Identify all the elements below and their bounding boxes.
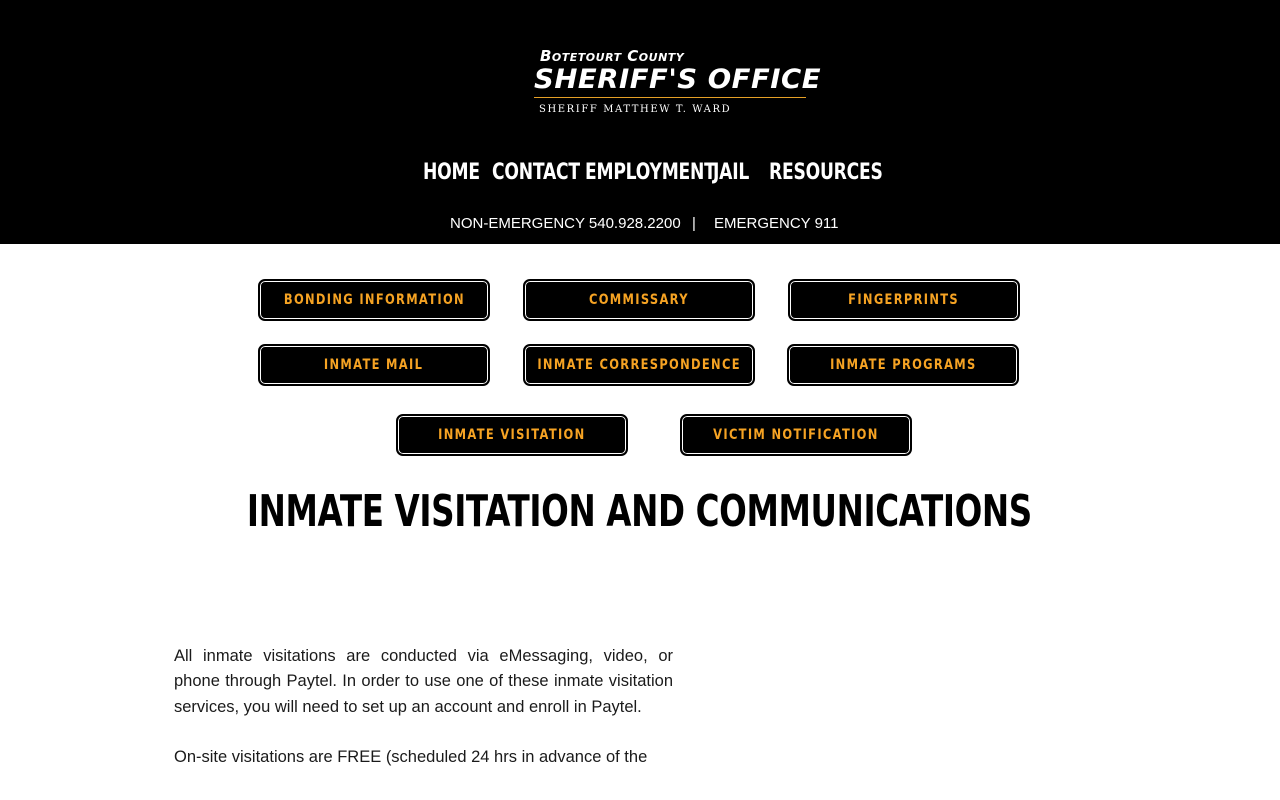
content-paragraph: All inmate visitations are conducted via… — [174, 647, 673, 716]
phone-separator: | — [692, 215, 696, 232]
logo-county-text: Botetourt County — [540, 47, 685, 65]
inmate-visitation-button[interactable]: INMATE VISITATION — [396, 414, 628, 456]
button-label: INMATE VISITATION — [438, 427, 586, 443]
content-paragraph: On-site visitations are FREE (scheduled … — [174, 747, 648, 766]
emergency-phone[interactable]: EMERGENCY 911 — [714, 213, 839, 235]
inmate-mail-button[interactable]: INMATE MAIL — [258, 344, 490, 386]
nav-resources[interactable]: RESOURCES — [769, 156, 883, 190]
phone-bar: NON-EMERGENCY 540.928.2200 | EMERGENCY 9… — [0, 213, 1280, 235]
site-logo[interactable]: Botetourt County SHERIFF'S OFFICE SHERIF… — [530, 44, 821, 120]
commissary-button[interactable]: COMMISSARY — [523, 279, 755, 321]
button-label: INMATE CORRESPONDENCE — [537, 357, 741, 373]
inmate-programs-button[interactable]: INMATE PROGRAMS — [787, 344, 1019, 386]
main-content: All inmate visitations are conducted via… — [174, 644, 673, 795]
non-emergency-phone[interactable]: NON-EMERGENCY 540.928.2200 — [450, 213, 681, 235]
main-nav: HOME CONTACT EMPLOYMENT JAIL RESOURCES — [0, 156, 1280, 190]
inmate-correspondence-button[interactable]: INMATE CORRESPONDENCE — [523, 344, 755, 386]
nav-employment[interactable]: EMPLOYMENT — [585, 156, 716, 190]
logo-divider — [534, 97, 806, 98]
button-label: INMATE PROGRAMS — [829, 357, 977, 373]
button-label: VICTIM NOTIFICATION — [713, 427, 879, 443]
button-label: INMATE MAIL — [324, 357, 424, 373]
nav-home[interactable]: HOME — [423, 156, 480, 190]
site-header: Botetourt County SHERIFF'S OFFICE SHERIF… — [0, 0, 1280, 244]
logo-sheriff-name: SHERIFF MATTHEW T. WARD — [539, 104, 732, 115]
bonding-information-button[interactable]: BONDING INFORMATION — [258, 279, 490, 321]
nav-contact[interactable]: CONTACT — [492, 156, 580, 190]
page-title: INMATE VISITATION AND COMMUNICATIONS — [0, 482, 1280, 542]
button-label: COMMISSARY — [589, 292, 689, 308]
logo-office-text: SHERIFF'S OFFICE — [534, 64, 822, 95]
button-label: BONDING INFORMATION — [283, 292, 465, 308]
fingerprints-button[interactable]: FINGERPRINTS — [788, 279, 1020, 321]
button-label: FINGERPRINTS — [848, 292, 960, 308]
victim-notification-button[interactable]: VICTIM NOTIFICATION — [680, 414, 912, 456]
page-title-text: INMATE VISITATION AND COMMUNICATIONS — [246, 486, 1032, 537]
nav-jail[interactable]: JAIL — [713, 156, 749, 190]
